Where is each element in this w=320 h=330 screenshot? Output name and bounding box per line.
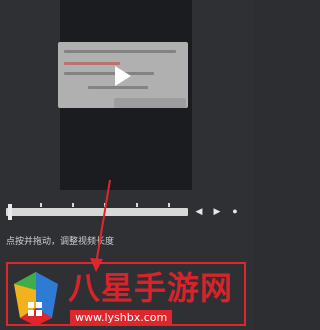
watermark-logo bbox=[14, 272, 58, 326]
video-timeline[interactable] bbox=[6, 208, 188, 216]
trim-handle[interactable] bbox=[8, 204, 12, 220]
hint-text: 点按并拖动，调整视频长度 bbox=[6, 236, 115, 246]
play-icon[interactable] bbox=[115, 66, 131, 86]
timeline-control-icon[interactable]: ▶ bbox=[210, 204, 224, 218]
dialog-line bbox=[64, 62, 120, 65]
timeline-tick bbox=[168, 203, 170, 207]
dialog-line bbox=[88, 86, 148, 89]
dialog-line bbox=[64, 72, 154, 75]
dialog-button[interactable] bbox=[114, 98, 186, 108]
video-editor-screen: ◀ ▶ ● 点按并拖动，调整视频长度 八星手游网 www.lyshbx.com bbox=[0, 0, 254, 330]
watermark-title: 八星手游网 bbox=[68, 269, 234, 307]
timeline-tick bbox=[104, 203, 106, 207]
watermark-url: www.lyshbx.com bbox=[70, 310, 173, 325]
timeline-control-icon[interactable]: ◀ bbox=[192, 204, 206, 218]
timeline-tick bbox=[40, 203, 42, 207]
site-watermark: 八星手游网 www.lyshbx.com bbox=[6, 268, 252, 328]
timeline-tick bbox=[136, 203, 138, 207]
dialog-line bbox=[64, 50, 176, 53]
timeline-tick bbox=[72, 203, 74, 207]
timeline-control-icon[interactable]: ● bbox=[228, 204, 242, 218]
